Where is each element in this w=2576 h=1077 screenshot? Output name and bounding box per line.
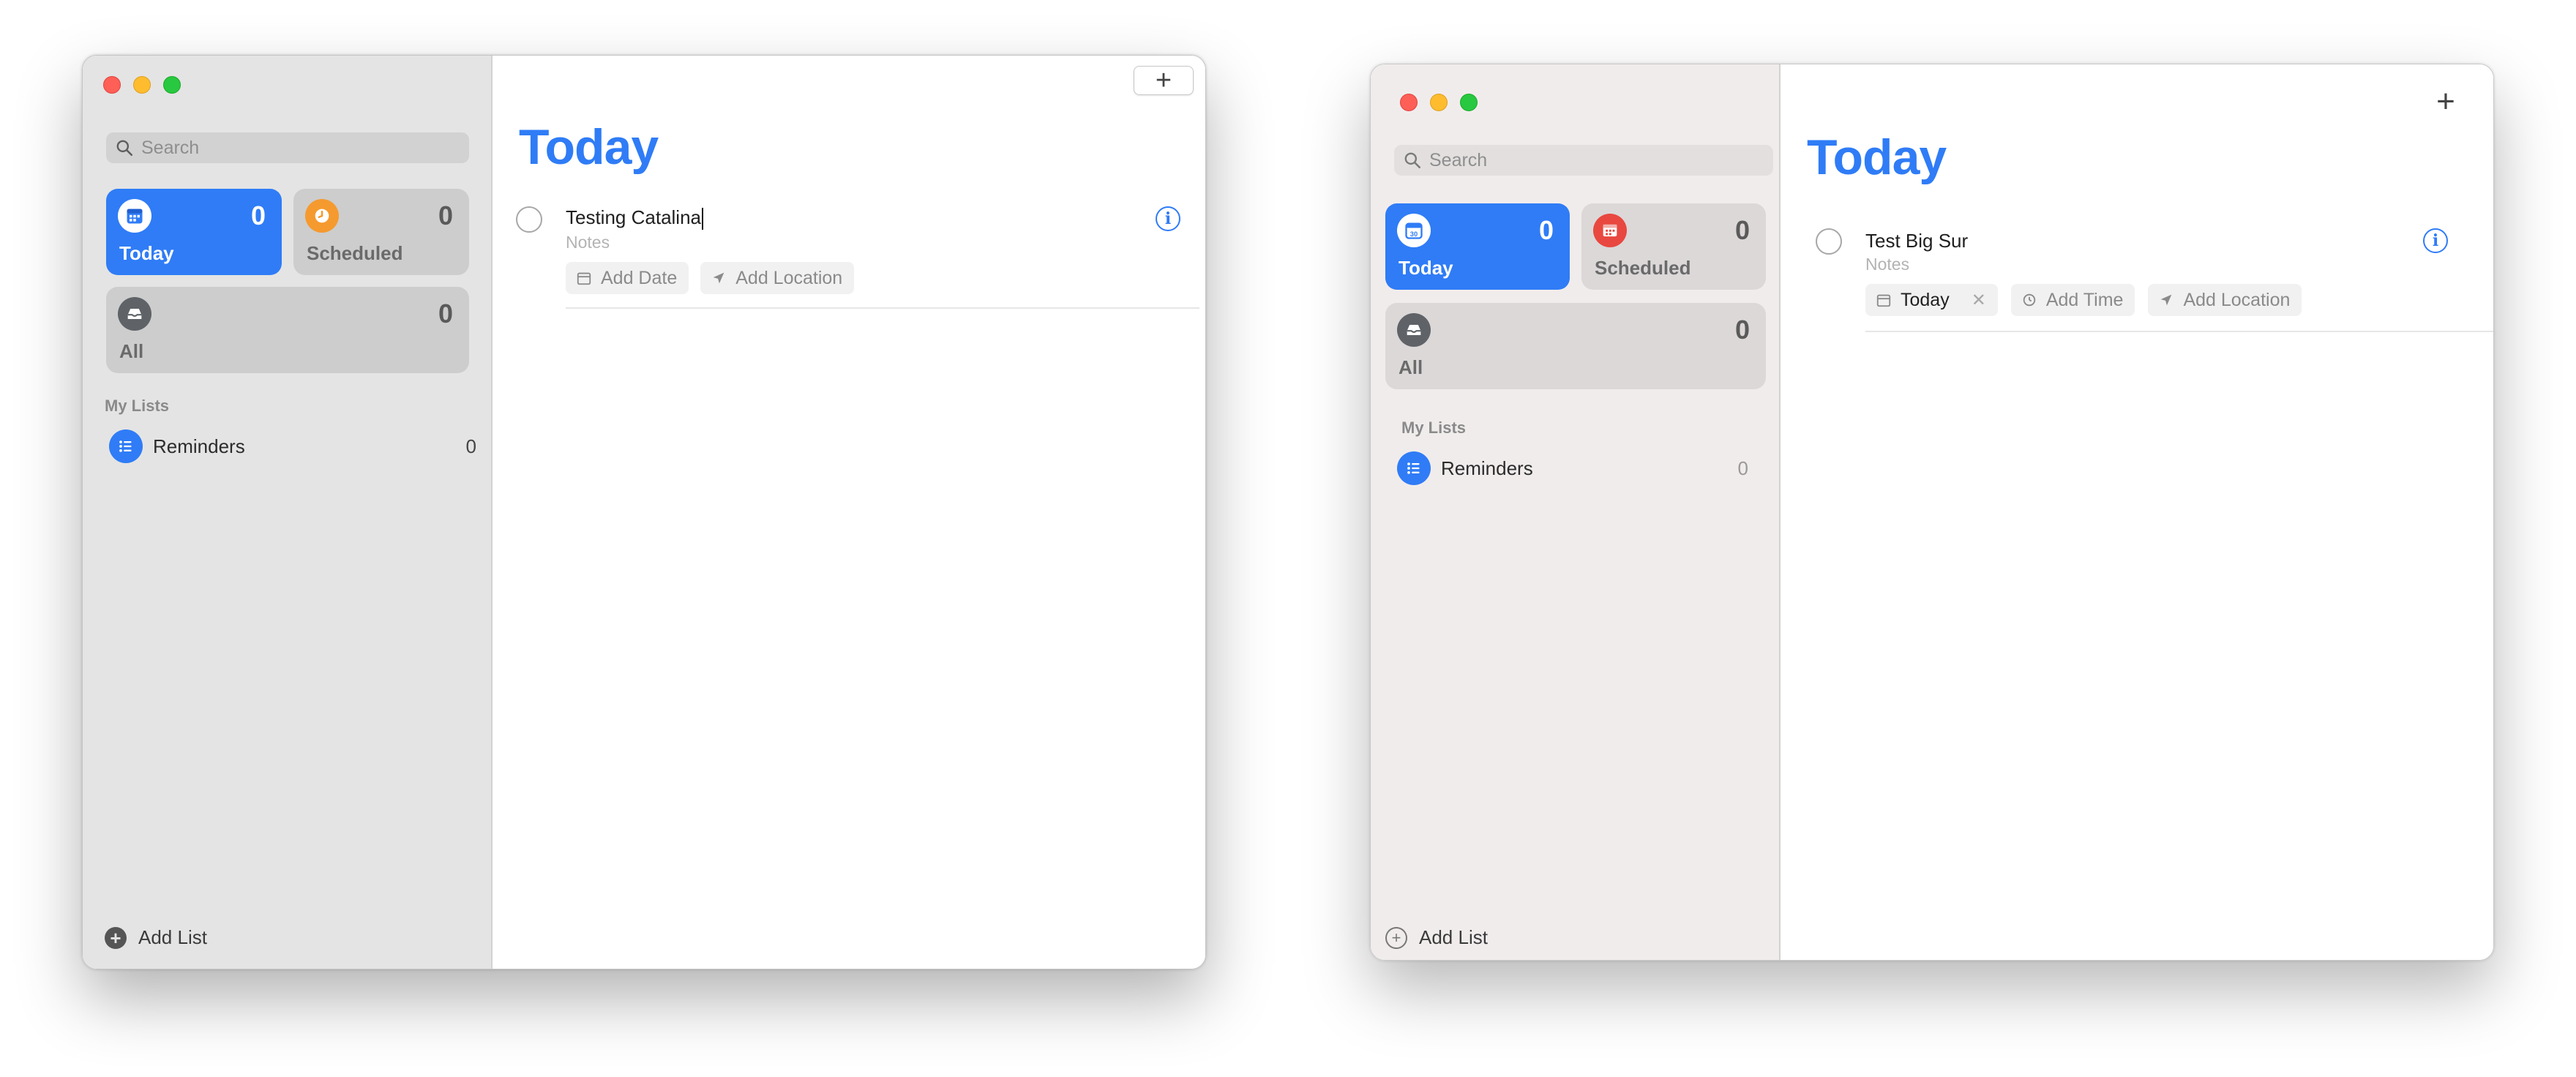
list-bullet-icon	[109, 429, 143, 463]
text-cursor	[702, 208, 703, 230]
scheduled-count: 0	[438, 200, 453, 230]
list-count: 0	[465, 435, 476, 457]
add-location-label: Add Location	[2183, 289, 2291, 310]
scheduled-count: 0	[1734, 215, 1750, 245]
main-content: + Today Test Big Sur Notes i Today ✕ Add…	[1781, 64, 2493, 960]
add-location-label: Add Location	[735, 267, 843, 288]
calendar-icon	[577, 272, 591, 285]
search-placeholder: Search	[141, 137, 200, 158]
sidebar: Search 0 Today 0 Scheduled 0 All My List…	[83, 56, 493, 969]
row-separator	[566, 307, 1199, 309]
close-window-button[interactable]	[1400, 94, 1418, 111]
reminders-window-catalina: Search 0 Today 0 Scheduled 0 All My List…	[82, 55, 1206, 969]
today-label: Today	[1399, 257, 1453, 279]
reminder-title[interactable]: Test Big Sur	[1865, 230, 1968, 252]
all-label: All	[1399, 356, 1423, 378]
scheduled-label: Scheduled	[1595, 257, 1691, 279]
add-location-chip[interactable]: Add Location	[700, 262, 855, 294]
tray-icon	[118, 297, 151, 331]
smart-list-today[interactable]: 30 0 Today	[1385, 203, 1570, 290]
today-count: 0	[250, 200, 266, 230]
reminders-window-big-sur: Search 30 0 Today 0 Scheduled 0 All My L…	[1370, 64, 2494, 961]
reminder-chips: Today ✕ Add Time Add Location	[1865, 284, 2302, 316]
zoom-window-button[interactable]	[1460, 94, 1478, 111]
scheduled-label: Scheduled	[307, 242, 403, 264]
reminder-title-input[interactable]: Testing Catalina	[566, 206, 703, 230]
smart-list-scheduled[interactable]: 0 Scheduled	[293, 189, 469, 275]
add-date-label: Add Date	[601, 267, 678, 288]
add-list-label: Add List	[138, 926, 207, 948]
info-icon[interactable]: i	[2423, 228, 2448, 253]
main-content: + Today Testing Catalina Notes i Add Dat…	[493, 56, 1205, 969]
date-chip[interactable]: Today ✕	[1865, 284, 1998, 316]
close-window-button[interactable]	[103, 76, 121, 94]
list-name: Reminders	[153, 435, 245, 457]
today-count: 0	[1538, 215, 1554, 245]
minimize-window-button[interactable]	[133, 76, 151, 94]
reminder-title: Testing Catalina	[566, 206, 701, 228]
calendar-icon: 30	[1397, 214, 1431, 247]
list-count: 0	[1737, 457, 1748, 479]
search-field[interactable]: Search	[106, 132, 469, 163]
all-count: 0	[438, 299, 453, 329]
list-item-reminders[interactable]: Reminders 0	[1397, 451, 1748, 486]
location-arrow-icon	[713, 272, 724, 284]
add-time-label: Add Time	[2045, 289, 2124, 310]
my-lists-header: My Lists	[105, 397, 170, 415]
list-item-reminders[interactable]: Reminders 0	[109, 429, 476, 464]
zoom-window-button[interactable]	[163, 76, 181, 94]
smart-list-all[interactable]: 0 All	[1385, 303, 1766, 389]
smart-list-today[interactable]: 0 Today	[106, 189, 282, 275]
clock-icon	[2023, 293, 2036, 307]
calendar-icon	[1593, 214, 1627, 247]
window-controls	[1400, 94, 1478, 111]
my-lists-header: My Lists	[1401, 419, 1467, 437]
clock-icon	[305, 199, 339, 233]
search-icon	[116, 140, 133, 157]
list-name: Reminders	[1441, 457, 1533, 479]
date-label: Today	[1901, 289, 1950, 310]
reminder-chips: Add Date Add Location	[566, 262, 855, 294]
calendar-icon	[118, 199, 151, 233]
add-location-chip[interactable]: Add Location	[2148, 284, 2302, 316]
smart-list-all[interactable]: 0 All	[106, 287, 469, 373]
new-reminder-button[interactable]: +	[2427, 83, 2464, 120]
add-date-chip[interactable]: Add Date	[566, 262, 689, 294]
plus-circle-icon: +	[105, 926, 127, 949]
reminder-checkbox[interactable]	[1816, 228, 1842, 255]
row-separator	[1865, 331, 2493, 332]
window-controls	[103, 76, 181, 94]
page-title: Today	[1807, 130, 1947, 185]
location-arrow-icon	[2161, 294, 2172, 306]
minimize-window-button[interactable]	[1430, 94, 1448, 111]
page-title: Today	[519, 119, 659, 175]
add-list-button[interactable]: + Add List	[105, 926, 207, 949]
tray-icon	[1397, 313, 1431, 347]
sidebar: Search 30 0 Today 0 Scheduled 0 All My L…	[1371, 64, 1781, 960]
calendar-day-number: 30	[1410, 230, 1418, 238]
clear-date-icon[interactable]: ✕	[1972, 290, 1986, 311]
calendar-icon	[1876, 294, 1891, 307]
search-icon	[1404, 152, 1421, 169]
today-label: Today	[119, 242, 174, 264]
reminder-notes[interactable]: Notes	[1865, 255, 1909, 274]
info-icon[interactable]: i	[1156, 206, 1180, 231]
search-field[interactable]: Search	[1394, 145, 1773, 176]
reminder-notes[interactable]: Notes	[566, 233, 610, 252]
new-reminder-button[interactable]: +	[1134, 66, 1194, 95]
all-label: All	[119, 340, 144, 362]
search-placeholder: Search	[1429, 149, 1488, 170]
plus-circle-icon: +	[1385, 926, 1407, 949]
reminder-checkbox[interactable]	[516, 206, 542, 233]
add-list-button[interactable]: + Add List	[1385, 926, 1488, 949]
add-list-label: Add List	[1419, 926, 1488, 948]
list-bullet-icon	[1397, 451, 1431, 485]
smart-list-scheduled[interactable]: 0 Scheduled	[1581, 203, 1766, 290]
all-count: 0	[1734, 315, 1750, 345]
add-time-chip[interactable]: Add Time	[2010, 284, 2135, 316]
